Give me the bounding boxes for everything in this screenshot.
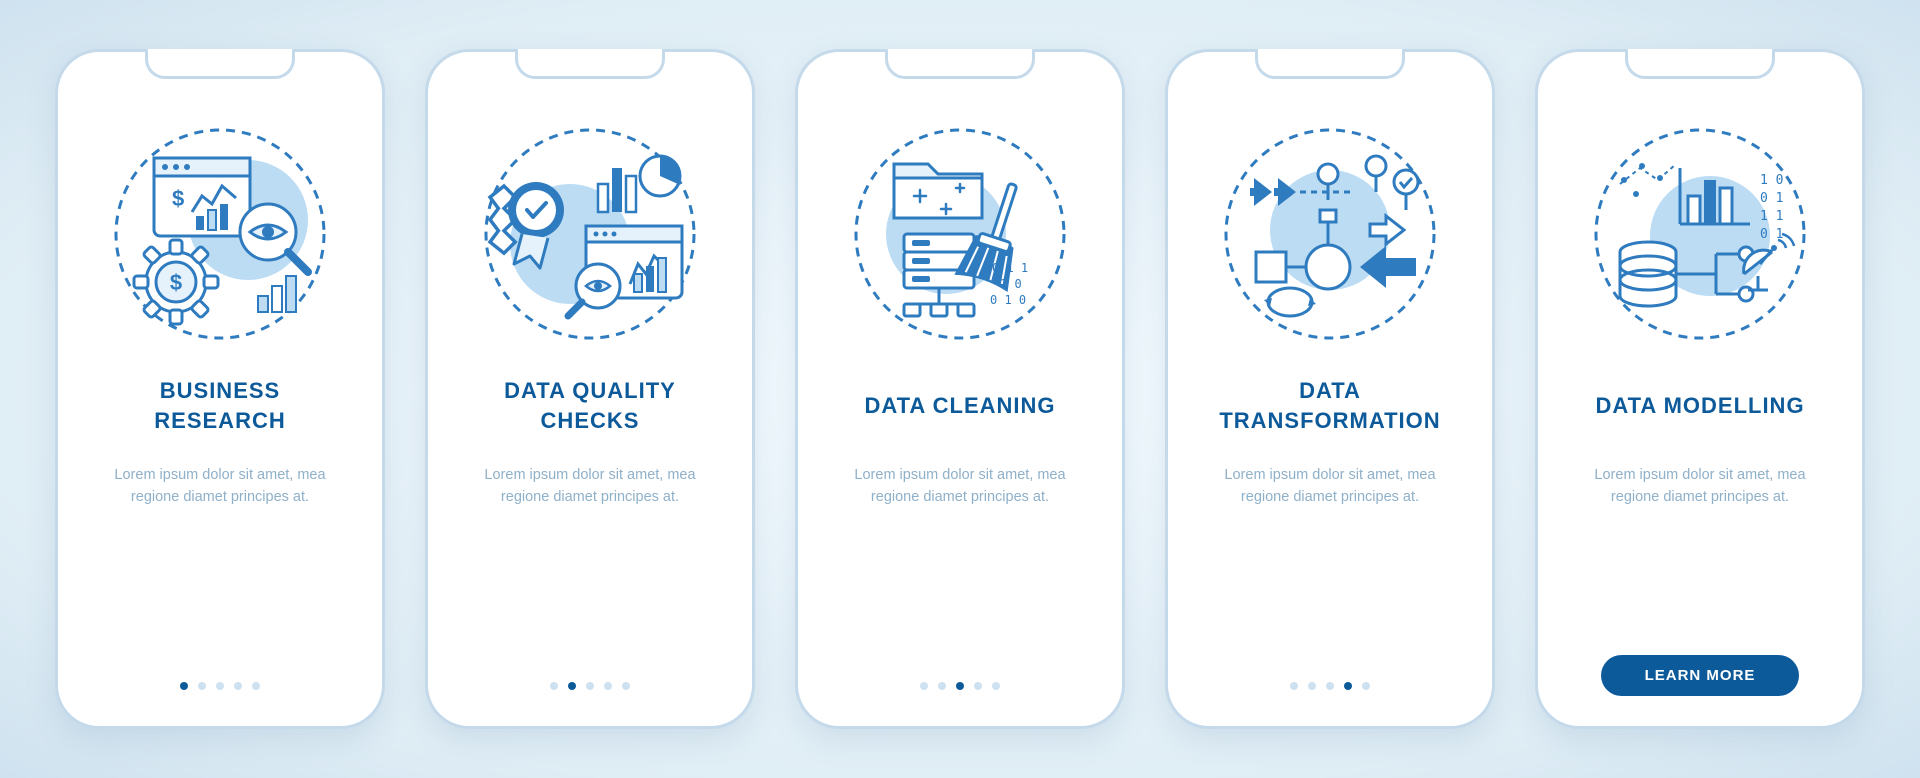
phone-notch [885, 49, 1035, 79]
screen-description: Lorem ipsum dolor sit amet, mea regione … [1562, 464, 1838, 509]
svg-text:$: $ [170, 270, 182, 295]
pagination-dot[interactable] [216, 682, 224, 690]
svg-text:1 0: 1 0 [1000, 277, 1022, 291]
pagination-dot[interactable] [956, 682, 964, 690]
screen-title: DATA QUALITY CHECKS [504, 376, 676, 436]
screen-title: DATA MODELLING [1595, 376, 1804, 436]
onboarding-screen: DATA TRANSFORMATION Lorem ipsum dolor si… [1165, 49, 1495, 729]
pagination-dot[interactable] [1308, 682, 1316, 690]
screen-title: DATA TRANSFORMATION [1219, 376, 1440, 436]
screen-title: DATA CLEANING [864, 376, 1055, 436]
pagination-dot[interactable] [1326, 682, 1334, 690]
data-modelling-icon: 1 0 0 1 1 1 0 1 [1590, 124, 1810, 344]
data-transformation-icon [1220, 124, 1440, 344]
onboarding-screen: $ [55, 49, 385, 729]
pagination-dot[interactable] [586, 682, 594, 690]
pagination-dot[interactable] [604, 682, 612, 690]
data-cleaning-icon: 0 1 1 1 0 0 1 0 [850, 124, 1070, 344]
pagination-dot[interactable] [974, 682, 982, 690]
screen-description: Lorem ipsum dolor sit amet, mea regione … [1192, 464, 1468, 509]
pagination-dot[interactable] [252, 682, 260, 690]
business-research-icon: $ [110, 124, 330, 344]
phone-notch [145, 49, 295, 79]
svg-text:1 1: 1 1 [1760, 209, 1783, 224]
pagination-dot[interactable] [568, 682, 576, 690]
pagination-dot[interactable] [180, 682, 188, 690]
data-quality-icon [480, 124, 700, 344]
pagination-dot[interactable] [550, 682, 558, 690]
pagination-dots [550, 682, 630, 696]
phone-notch [1255, 49, 1405, 79]
onboarding-screen: 0 1 1 1 0 0 1 0 DATA CLEANING Lorem ipsu… [795, 49, 1125, 729]
pagination-dot[interactable] [622, 682, 630, 690]
phone-notch [1625, 49, 1775, 79]
pagination-dot[interactable] [198, 682, 206, 690]
pagination-dot[interactable] [1362, 682, 1370, 690]
svg-text:0 1 1: 0 1 1 [992, 261, 1028, 275]
onboarding-row: $ [55, 49, 1865, 729]
pagination-dot[interactable] [234, 682, 242, 690]
screen-description: Lorem ipsum dolor sit amet, mea regione … [822, 464, 1098, 509]
pagination-dot[interactable] [920, 682, 928, 690]
pagination-dot[interactable] [1344, 682, 1352, 690]
pagination-dots [180, 682, 260, 696]
svg-text:$: $ [172, 186, 184, 211]
svg-text:1 0: 1 0 [1760, 173, 1783, 188]
pagination-dot[interactable] [1290, 682, 1298, 690]
pagination-dot[interactable] [938, 682, 946, 690]
pagination-dot[interactable] [992, 682, 1000, 690]
phone-notch [515, 49, 665, 79]
pagination-dots [1290, 682, 1370, 696]
screen-title: BUSINESS RESEARCH [154, 376, 285, 436]
screen-description: Lorem ipsum dolor sit amet, mea regione … [82, 464, 358, 509]
onboarding-screen: DATA QUALITY CHECKS Lorem ipsum dolor si… [425, 49, 755, 729]
pagination-dots [920, 682, 1000, 696]
svg-text:0 1: 0 1 [1760, 191, 1783, 206]
screen-description: Lorem ipsum dolor sit amet, mea regione … [452, 464, 728, 509]
learn-more-button[interactable]: LEARN MORE [1601, 655, 1800, 696]
svg-text:0 1 0: 0 1 0 [990, 293, 1026, 307]
onboarding-screen: 1 0 0 1 1 1 0 1 [1535, 49, 1865, 729]
